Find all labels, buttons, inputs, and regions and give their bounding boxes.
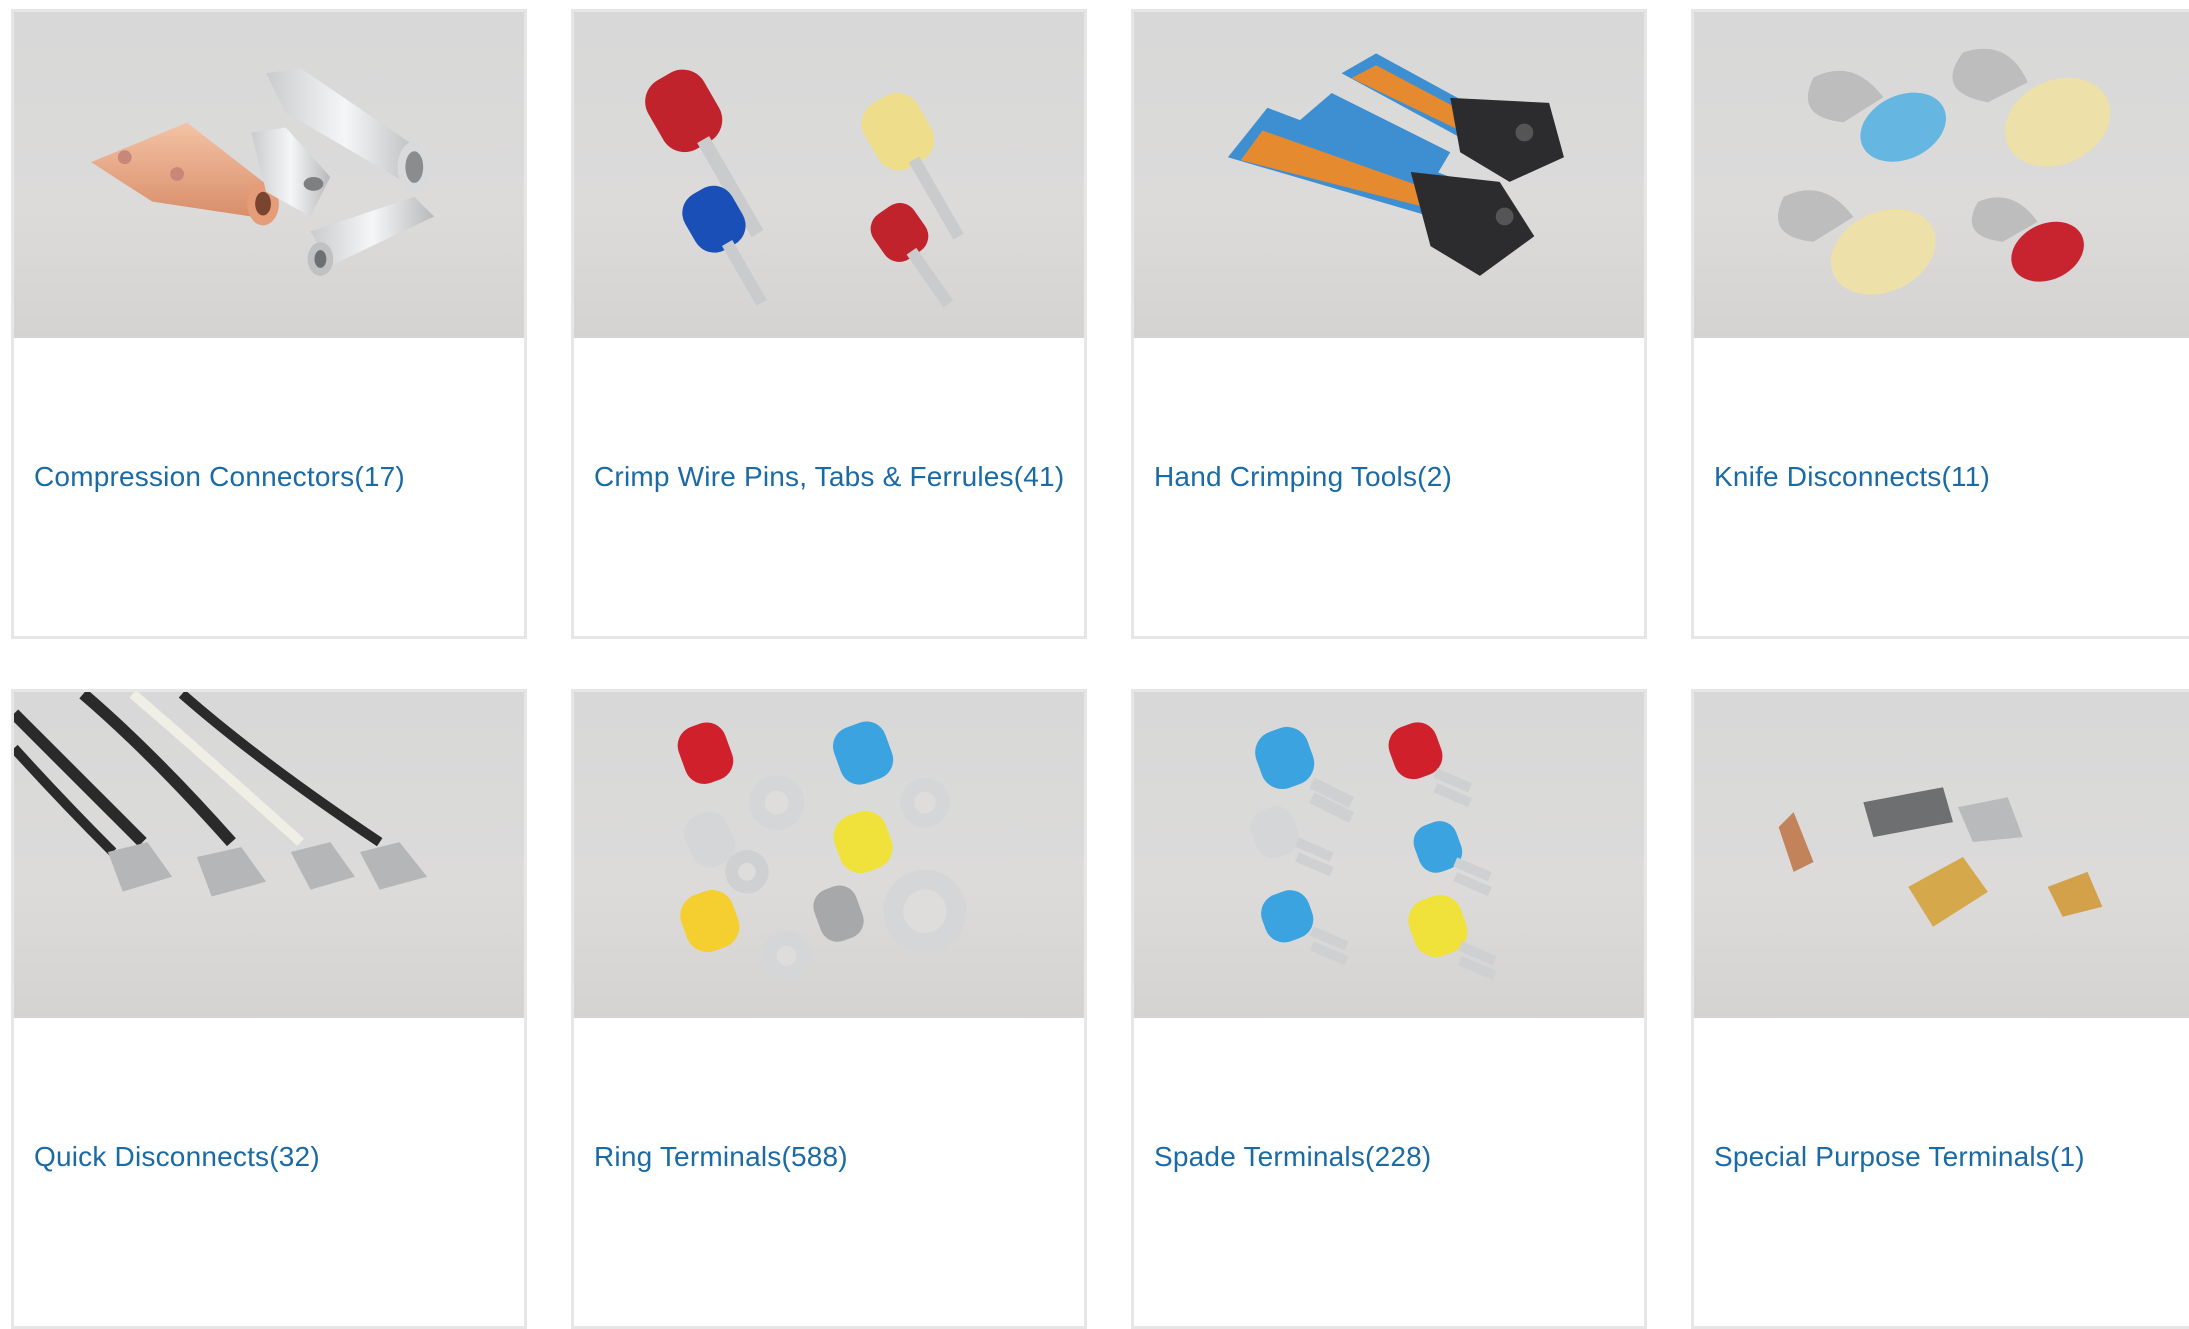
category-card-quick-disconnects[interactable]: Quick Disconnects(32) xyxy=(11,689,527,1329)
crimp-wire-pins-illustration xyxy=(645,69,964,308)
category-link-compression-connectors[interactable]: Compression Connectors(17) xyxy=(34,461,405,493)
compression-connectors-illustration xyxy=(91,68,435,276)
category-card-crimp-wire-pins[interactable]: Crimp Wire Pins, Tabs & Ferrules(41) xyxy=(571,9,1087,639)
category-card-spade-terminals[interactable]: Spade Terminals(228) xyxy=(1131,689,1647,1329)
category-grid: Compression Connectors(17) Crimp Wire Pi… xyxy=(11,9,2189,1329)
quick-disconnects-illustration xyxy=(14,692,428,897)
category-link-hand-crimping-tools[interactable]: Hand Crimping Tools(2) xyxy=(1154,461,1452,493)
category-card-compression-connectors[interactable]: Compression Connectors(17) xyxy=(11,9,527,639)
compression-connectors-image[interactable] xyxy=(14,12,524,338)
hand-crimping-tools-image[interactable] xyxy=(1134,12,1644,338)
category-link-knife-disconnects[interactable]: Knife Disconnects(11) xyxy=(1714,461,1990,493)
hand-crimping-tools-illustration xyxy=(1227,53,1564,276)
category-card-ring-terminals[interactable]: Ring Terminals(588) xyxy=(571,689,1087,1329)
category-link-ring-terminals[interactable]: Ring Terminals(588) xyxy=(594,1141,848,1173)
special-purpose-terminals-illustration xyxy=(1778,787,2103,927)
category-link-crimp-wire-pins[interactable]: Crimp Wire Pins, Tabs & Ferrules(41) xyxy=(594,461,1064,493)
quick-disconnects-image[interactable] xyxy=(14,692,524,1018)
category-link-special-purpose-terminals[interactable]: Special Purpose Terminals(1) xyxy=(1714,1141,2085,1173)
spade-terminals-image[interactable] xyxy=(1134,692,1644,1018)
category-card-special-purpose-terminals[interactable]: Special Purpose Terminals(1) xyxy=(1691,689,2189,1329)
ring-terminals-image[interactable] xyxy=(574,692,1084,1018)
ring-terminals-illustration xyxy=(677,721,967,981)
category-link-spade-terminals[interactable]: Spade Terminals(228) xyxy=(1154,1141,1431,1173)
category-link-quick-disconnects[interactable]: Quick Disconnects(32) xyxy=(34,1141,320,1173)
knife-disconnects-illustration xyxy=(1777,48,2111,295)
knife-disconnects-image[interactable] xyxy=(1694,12,2189,338)
category-card-hand-crimping-tools[interactable]: Hand Crimping Tools(2) xyxy=(1131,9,1647,639)
category-card-knife-disconnects[interactable]: Knife Disconnects(11) xyxy=(1691,9,2189,639)
crimp-wire-pins-image[interactable] xyxy=(574,12,1084,338)
spade-terminals-illustration xyxy=(1250,722,1497,981)
special-purpose-terminals-image[interactable] xyxy=(1694,692,2189,1018)
